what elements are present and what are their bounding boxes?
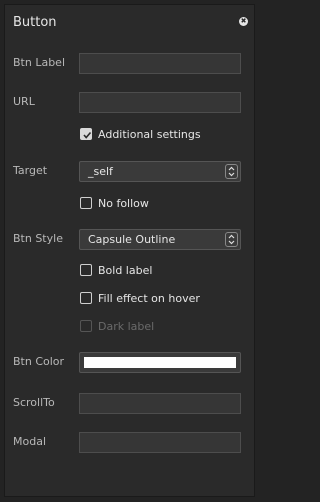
scrollto-input[interactable]: [79, 393, 241, 414]
btn-label-input[interactable]: [79, 53, 241, 74]
checkbox-unchecked-icon: [80, 264, 92, 276]
color-swatch-fill: [84, 357, 236, 368]
url-input[interactable]: [79, 92, 241, 113]
btn-label-label: Btn Label: [13, 56, 66, 69]
target-label: Target: [13, 164, 48, 177]
no-follow-label: No follow: [98, 197, 149, 210]
target-select[interactable]: _self: [79, 161, 241, 182]
checkbox-disabled-icon: [80, 320, 92, 332]
btn-color-picker[interactable]: [79, 352, 241, 373]
checkbox-unchecked-icon: [80, 292, 92, 304]
scrollto-label: ScrollTo: [13, 396, 55, 409]
btn-style-select[interactable]: Capsule Outline: [79, 229, 241, 250]
url-label: URL: [13, 95, 35, 108]
modal-input[interactable]: [79, 432, 241, 453]
panel-title: Button: [13, 15, 57, 30]
dark-label-label: Dark label: [98, 320, 155, 333]
button-settings-panel: [4, 4, 255, 497]
checkbox-checked-icon: [80, 128, 92, 140]
additional-settings-label: Additional settings: [98, 128, 201, 141]
chevron-updown-icon: [225, 232, 238, 247]
btn-style-label: Btn Style: [13, 232, 63, 245]
fill-effect-label: Fill effect on hover: [98, 292, 200, 305]
bold-label-label: Bold label: [98, 264, 153, 277]
checkbox-unchecked-icon: [80, 197, 92, 209]
modal-label: Modal: [13, 435, 46, 448]
btn-style-select-value: Capsule Outline: [88, 233, 176, 246]
close-icon[interactable]: ✖: [239, 17, 248, 26]
chevron-updown-icon: [225, 164, 238, 179]
btn-color-label: Btn Color: [13, 355, 65, 368]
target-select-value: _self: [88, 165, 113, 178]
